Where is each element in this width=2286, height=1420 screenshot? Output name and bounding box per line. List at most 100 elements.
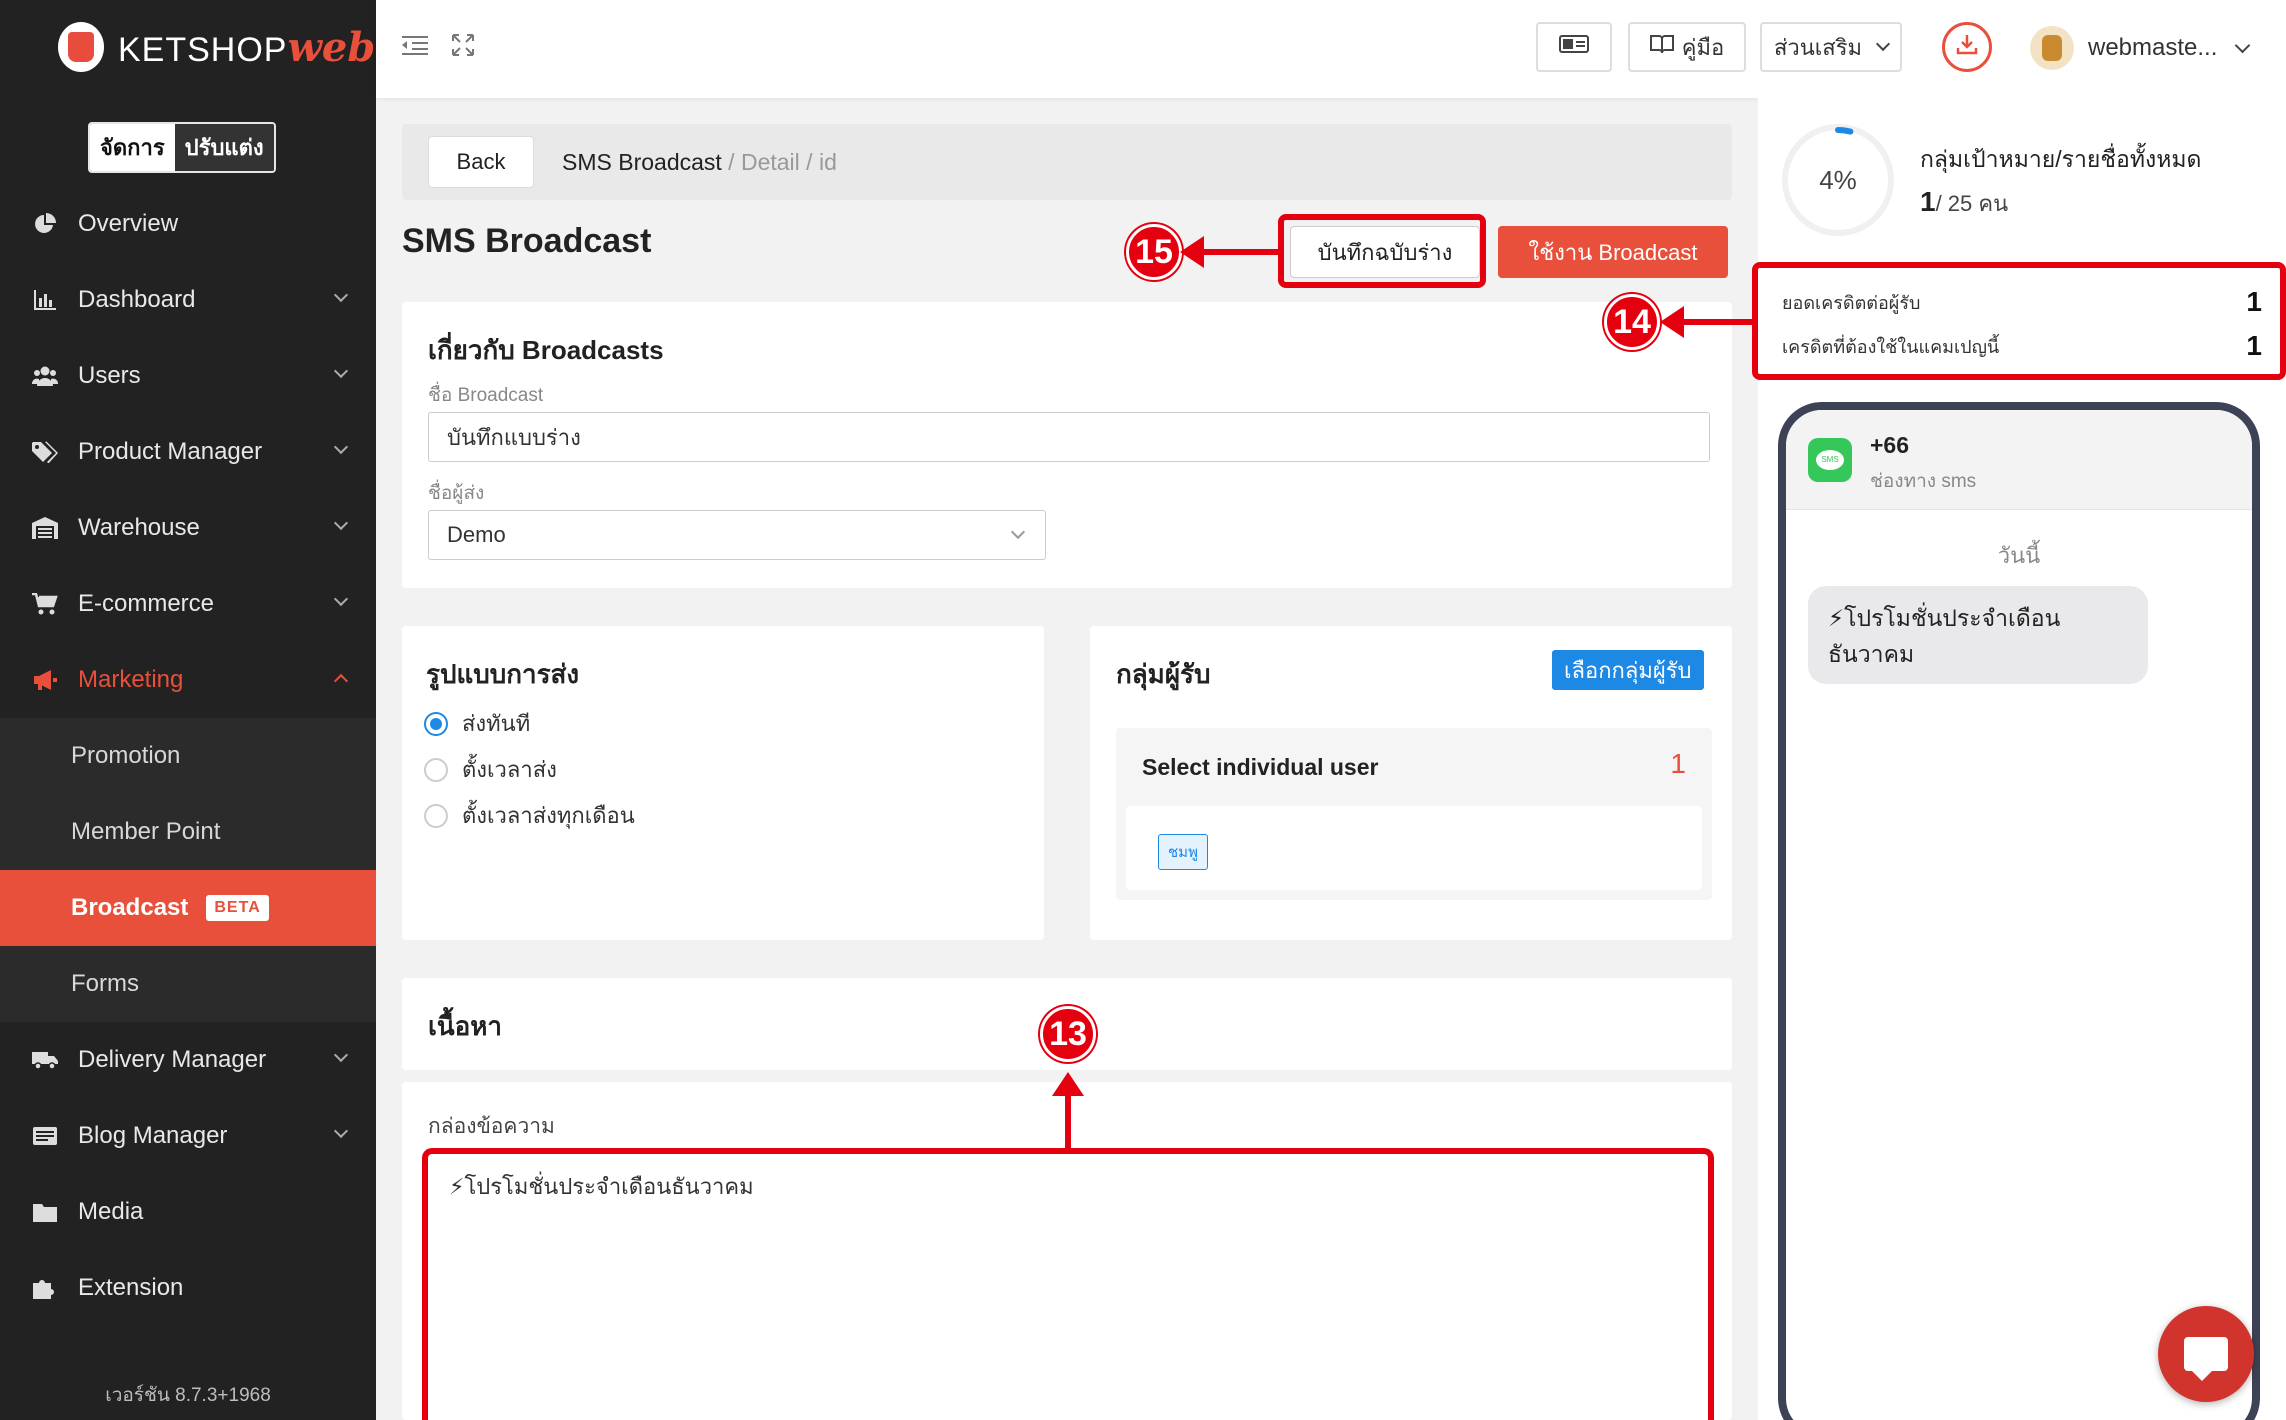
sidebar-item-warehouse[interactable]: Warehouse: [0, 490, 376, 566]
sidebar-item-label: Product Manager: [78, 438, 263, 465]
sidebar-item-label: Warehouse: [78, 514, 200, 541]
addons-dropdown[interactable]: ส่วนเสริม: [1760, 22, 1902, 72]
warehouse-icon: [32, 517, 58, 539]
radio-send-now[interactable]: ส่งทันที: [424, 706, 530, 741]
breadcrumb-current[interactable]: SMS Broadcast: [562, 149, 722, 176]
sidebar-item-broadcast[interactable]: Broadcast BETA: [0, 870, 376, 946]
logo-mark: [58, 22, 104, 72]
sidebar-item-marketing[interactable]: Marketing: [0, 642, 376, 718]
phone-channel: ช่องทาง sms: [1870, 471, 1977, 492]
target-group-count: 1/ 25 คน: [1920, 186, 2008, 221]
radio-schedule-monthly[interactable]: ตั้งเวลาส่งทุกเดือน: [424, 798, 635, 833]
users-icon: [32, 365, 58, 387]
back-button[interactable]: Back: [428, 136, 534, 188]
arrow-head-icon: [1052, 1072, 1084, 1096]
mode-manage[interactable]: จัดการ: [90, 124, 175, 171]
cart-icon: [32, 593, 58, 615]
breadcrumb: Back SMS Broadcast / Detail / id: [402, 124, 1732, 200]
sidebar-item-label: Delivery Manager: [78, 1046, 267, 1073]
logo[interactable]: KETSHOPweb: [58, 22, 375, 72]
recipient-count: 1: [1670, 748, 1686, 779]
send-type-heading: รูปแบบการส่ง: [426, 659, 580, 689]
blog-icon: [32, 1125, 58, 1147]
chevron-down-icon: [333, 591, 349, 607]
sidebar-item-forms[interactable]: Forms: [0, 946, 376, 1022]
sender-select[interactable]: Demo: [428, 510, 1046, 560]
sidebar-item-label: E-commerce: [78, 590, 215, 617]
mode-customize[interactable]: ปรับแต่ง: [174, 124, 274, 171]
sidebar-item-label: Marketing: [78, 666, 184, 693]
manual-button[interactable]: คู่มือ: [1628, 22, 1746, 72]
sidebar-item-label: Broadcast: [71, 894, 189, 921]
collapse-menu-icon[interactable]: [402, 34, 428, 60]
progress-arc: [1835, 127, 1854, 135]
recipient-tag[interactable]: ชมพู: [1158, 834, 1208, 870]
megaphone-icon: [32, 669, 58, 691]
sidebar-item-label: Media: [78, 1198, 144, 1225]
sidebar-item-overview[interactable]: Overview: [0, 186, 376, 262]
topbar: คู่มือ ส่วนเสริม webmaste...: [376, 0, 2286, 98]
sidebar-item-promotion[interactable]: Promotion: [0, 718, 376, 794]
recipient-tags: ชมพู: [1126, 806, 1702, 890]
sidebar-item-member-point[interactable]: Member Point: [0, 794, 376, 870]
truck-icon: [32, 1049, 58, 1071]
sidebar-item-label: Dashboard: [78, 286, 196, 313]
preview-date: วันนี้: [1997, 543, 2041, 568]
annotation-box-message: [422, 1148, 1714, 1420]
sidebar-item-label: Member Point: [71, 818, 221, 845]
version-text: เวอร์ชัน 8.7.3+1968: [0, 1380, 376, 1410]
chevron-up-icon: [333, 673, 349, 689]
sidebar-item-blog-manager[interactable]: Blog Manager: [0, 1098, 376, 1174]
sidebar-item-label: Blog Manager: [78, 1122, 228, 1149]
radio-label: ตั้งเวลาส่งทุกเดือน: [462, 803, 635, 828]
user-menu[interactable]: webmaste...: [2030, 26, 2251, 70]
sms-app-icon: SMS: [1808, 438, 1852, 482]
breadcrumb-id: id: [818, 148, 837, 175]
bubble-line: ⚡โปรโมชั่นประจำเดือน: [1828, 605, 2061, 631]
radio-schedule[interactable]: ตั้งเวลาส่ง: [424, 752, 557, 787]
addons-label: ส่วนเสริม: [1773, 34, 1863, 60]
broadcast-name-input[interactable]: บันทึกแบบร่าง: [428, 412, 1710, 462]
radio-button[interactable]: [424, 803, 448, 828]
sms-preview-phone: SMS +66 ช่องทาง sms วันนี้ ⚡โปรโมชั่นประ…: [1778, 402, 2260, 1420]
radio-button[interactable]: [424, 757, 448, 782]
manual-label: คู่มือ: [1681, 34, 1725, 60]
activate-broadcast-button[interactable]: ใช้งาน Broadcast: [1498, 226, 1728, 278]
message-label: กล่องข้อความ: [428, 1115, 555, 1138]
avatar: [2030, 26, 2074, 70]
download-button[interactable]: [1942, 22, 1992, 72]
sidebar-item-product-manager[interactable]: Product Manager: [0, 414, 376, 490]
sidebar-item-label: Forms: [71, 970, 139, 997]
annotation-box-draft: [1278, 214, 1486, 288]
chevron-down-icon: [333, 363, 349, 379]
beta-badge: BETA: [206, 895, 269, 921]
sidebar-item-users[interactable]: Users: [0, 338, 376, 414]
chat-button[interactable]: [2158, 1306, 2254, 1402]
recipients-heading: กลุ่มผู้รับ: [1116, 659, 1211, 689]
target-group-title: กลุ่มเป้าหมาย/รายชื่อทั้งหมด: [1920, 146, 2202, 172]
choose-recipients-button[interactable]: เลือกกลุ่มผู้รับ: [1552, 650, 1704, 690]
recipient-selection: Select individual user 1 ชมพู: [1116, 728, 1712, 900]
sidebar-item-label: Promotion: [71, 742, 181, 769]
sidebar-item-media[interactable]: Media: [0, 1174, 376, 1250]
sidebar-item-dashboard[interactable]: Dashboard: [0, 262, 376, 338]
username: webmaste...: [2088, 34, 2218, 61]
content-heading: เนื้อหา: [428, 1011, 503, 1041]
marketing-submenu: Promotion Member Point Broadcast BETA Fo…: [0, 718, 376, 1022]
arrow-head-icon: [1180, 236, 1204, 268]
pie-chart-icon: [32, 213, 58, 235]
sidebar: KETSHOPweb จัดการ ปรับแต่ง Overview Dash…: [0, 0, 376, 1420]
sidebar-item-ecommerce[interactable]: E-commerce: [0, 566, 376, 642]
radio-button[interactable]: [424, 711, 448, 736]
bubble-line: ธันวาคม: [1828, 641, 1915, 667]
language-button[interactable]: [1536, 22, 1612, 72]
fullscreen-icon[interactable]: [452, 34, 478, 60]
sidebar-item-delivery-manager[interactable]: Delivery Manager: [0, 1022, 376, 1098]
about-card: เกี่ยวกับ Broadcasts ชื่อ Broadcast บันท…: [402, 302, 1732, 588]
sidebar-item-extension[interactable]: Extension: [0, 1250, 376, 1326]
breadcrumb-detail: Detail: [740, 148, 800, 175]
chevron-down-icon: [1010, 524, 1026, 540]
annotation-number-13: 13: [1040, 1006, 1096, 1062]
chevron-down-icon: [333, 1123, 349, 1139]
message-bubble: ⚡โปรโมชั่นประจำเดือน ธันวาคม: [1808, 586, 2148, 684]
